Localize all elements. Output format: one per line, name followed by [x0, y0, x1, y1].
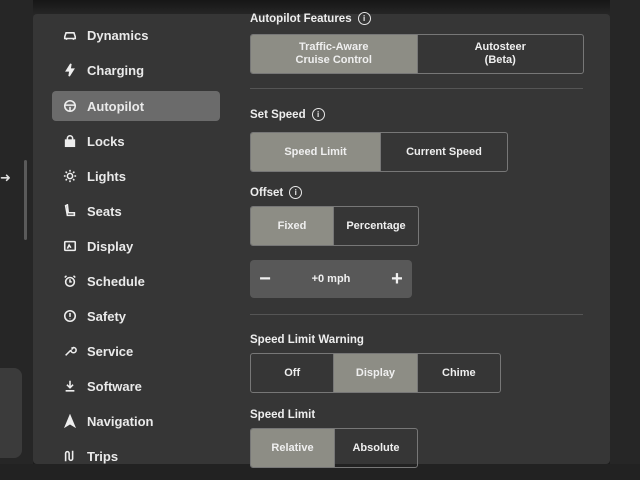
option-label-line2: (Beta) — [484, 54, 516, 66]
set-speed-selector: Speed Limit Current Speed — [250, 132, 508, 172]
sidebar-item-label: Service — [87, 343, 134, 359]
sidebar-item-label: Safety — [87, 308, 127, 324]
option-label: Relative — [271, 441, 314, 454]
autopilot-features-title: Autopilot Features i — [250, 12, 371, 25]
sidebar-item-locks[interactable]: Locks — [52, 126, 220, 156]
offset-title: Offset i — [250, 186, 303, 199]
option-label: Fixed — [277, 219, 307, 232]
sidebar-item-label: Lights — [87, 168, 126, 184]
sidebar-item-seats[interactable]: Seats — [52, 196, 220, 226]
sidebar-item-label: Autopilot — [87, 98, 145, 114]
option-label-line1: Autosteer — [474, 41, 526, 53]
option-label: Absolute — [352, 441, 400, 454]
decrease-button[interactable]: − — [250, 260, 280, 298]
arrow-icon: ➜ — [0, 170, 11, 185]
sidebar-item-dynamics[interactable]: Dynamics — [52, 20, 220, 50]
section-title-text: Autopilot Features — [250, 12, 352, 25]
sidebar-item-autopilot[interactable]: Autopilot — [52, 91, 220, 121]
sidebar-item-navigation[interactable]: Navigation — [52, 406, 220, 436]
option-autosteer-beta[interactable]: Autosteer (Beta) — [416, 35, 584, 73]
download-icon — [61, 377, 79, 395]
option-label: Off — [284, 366, 301, 379]
sidebar-item-label: Navigation — [87, 413, 154, 429]
set-speed-title: Set Speed i — [250, 108, 325, 121]
sidebar-item-label: Locks — [87, 133, 125, 149]
sidebar-item-lights[interactable]: Lights — [52, 161, 220, 191]
speed-limit-title: Speed Limit — [250, 409, 315, 421]
speed-limit-warning-title: Speed Limit Warning — [250, 334, 364, 346]
option-speed-limit[interactable]: Speed Limit — [251, 133, 380, 171]
option-label: Speed Limit — [284, 145, 347, 158]
sidebar-item-label: Software — [87, 378, 142, 394]
option-display[interactable]: Display — [333, 354, 417, 392]
display-icon — [61, 237, 79, 255]
sidebar-item-label: Trips — [87, 448, 119, 464]
option-label: Chime — [442, 366, 476, 379]
option-percentage[interactable]: Percentage — [333, 207, 418, 245]
option-chime[interactable]: Chime — [416, 354, 500, 392]
sidebar-item-label: Display — [87, 238, 134, 254]
device-bezel-right — [610, 0, 640, 480]
option-label: Current Speed — [406, 145, 482, 158]
divider — [250, 88, 583, 89]
option-relative[interactable]: Relative — [251, 429, 334, 467]
divider — [250, 314, 583, 315]
sidebar-item-label: Dynamics — [87, 27, 149, 43]
info-icon[interactable]: i — [289, 186, 303, 199]
offset-selector: Fixed Percentage — [250, 206, 419, 246]
autopilot-settings-panel: Autopilot Features i Traffic-Aware Cruise… — [250, 0, 595, 480]
seat-icon — [61, 202, 79, 220]
sidebar-item-charging[interactable]: Charging — [52, 55, 220, 85]
option-traffic-aware-cruise-control[interactable]: Traffic-Aware Cruise Control — [251, 35, 417, 73]
bolt-icon — [61, 61, 79, 79]
warning-icon — [61, 307, 79, 325]
lock-icon — [61, 132, 79, 150]
sun-icon — [61, 167, 79, 185]
section-title-text: Speed Limit — [250, 409, 316, 421]
sidebar-item-safety[interactable]: Safety — [52, 301, 220, 331]
sidebar-item-label: Schedule — [87, 273, 145, 289]
navigation-arrow-icon — [61, 412, 79, 430]
steering-wheel-icon — [61, 97, 79, 115]
offset-stepper: − +0 mph + — [250, 260, 412, 298]
offset-value: +0 mph — [311, 273, 351, 285]
sidebar-item-schedule[interactable]: Schedule — [52, 266, 220, 296]
sidebar-item-service[interactable]: Service — [52, 336, 220, 366]
option-absolute[interactable]: Absolute — [334, 429, 417, 467]
left-panel-edge: ➜ — [0, 0, 33, 480]
car-icon — [61, 26, 79, 44]
wrench-icon — [61, 342, 79, 360]
info-icon[interactable]: i — [311, 108, 325, 121]
option-label: Display — [355, 366, 396, 379]
info-icon[interactable]: i — [357, 12, 371, 25]
autopilot-features-selector: Traffic-Aware Cruise Control Autosteer (Be… — [250, 34, 584, 74]
speed-limit-selector: Relative Absolute — [250, 428, 418, 468]
sidebar-item-display[interactable]: Display — [52, 231, 220, 261]
sidebar-item-software[interactable]: Software — [52, 371, 220, 401]
sidebar-item-label: Charging — [87, 62, 145, 78]
option-current-speed[interactable]: Current Speed — [380, 133, 507, 171]
speed-limit-warning-selector: Off Display Chime — [250, 353, 501, 393]
side-panel-widget — [0, 368, 22, 458]
sidebar-item-label: Seats — [87, 203, 122, 219]
option-label-line2: Cruise Control — [295, 54, 372, 66]
option-fixed[interactable]: Fixed — [251, 207, 333, 245]
section-title-text: Set Speed — [250, 108, 306, 121]
option-label: Percentage — [346, 219, 406, 232]
section-title-text: Offset — [250, 186, 284, 199]
alarm-clock-icon — [61, 272, 79, 290]
option-label-line1: Traffic-Aware — [299, 41, 369, 53]
increase-button[interactable]: + — [382, 260, 412, 298]
option-off[interactable]: Off — [251, 354, 333, 392]
sidebar-item-trips[interactable]: Trips — [52, 441, 220, 471]
section-title-text: Speed Limit Warning — [250, 334, 364, 346]
scroll-indicator — [24, 160, 27, 240]
trips-icon — [61, 447, 79, 465]
